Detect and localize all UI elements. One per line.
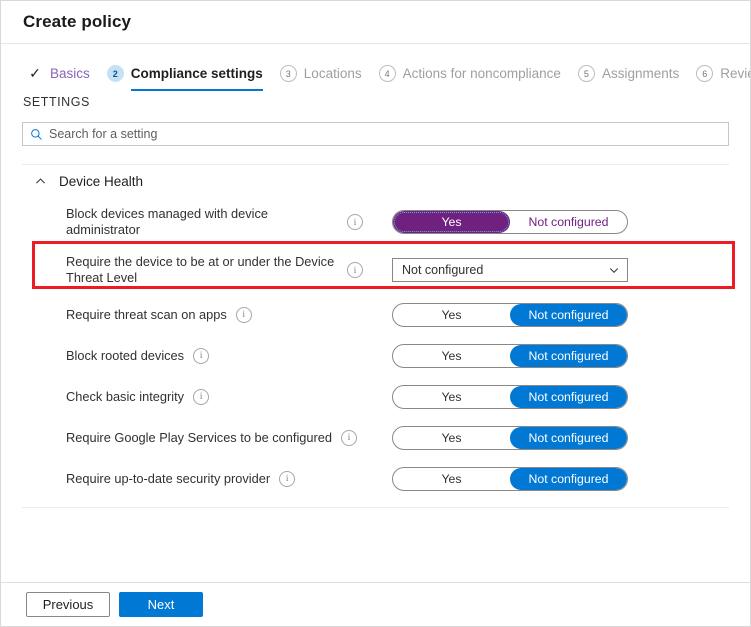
wizard-step-compliance-settings[interactable]: 2 Compliance settings bbox=[106, 65, 263, 91]
search-icon bbox=[30, 128, 43, 141]
check-icon: ✓ bbox=[29, 65, 41, 81]
chevron-down-icon bbox=[608, 264, 620, 276]
wizard-step-label: Review bbox=[720, 66, 750, 81]
step-number-badge: 5 bbox=[577, 65, 595, 82]
setting-row-check-basic-integrity: Check basic integrity i Yes Not configur… bbox=[22, 376, 729, 417]
wizard-step-label: Compliance settings bbox=[130, 66, 263, 81]
toggle-option-not-configured[interactable]: Not configured bbox=[510, 467, 627, 490]
setting-row-device-threat-level: Require the device to be at or under the… bbox=[22, 246, 729, 294]
toggle-option-not-configured[interactable]: Not configured bbox=[510, 385, 627, 408]
setting-row-up-to-date-security-provider: Require up-to-date security provider i Y… bbox=[22, 458, 729, 499]
wizard-step-label: Actions for noncompliance bbox=[402, 66, 561, 81]
wizard-step-label: Locations bbox=[303, 66, 362, 81]
title-bar: Create policy bbox=[1, 1, 750, 44]
settings-body: SETTINGS Device Health bbox=[1, 95, 750, 499]
info-icon[interactable]: i bbox=[347, 214, 363, 230]
search-input[interactable] bbox=[49, 127, 728, 141]
setting-control-wrap: Yes Not configured bbox=[386, 302, 729, 327]
toggle-option-yes[interactable]: Yes bbox=[393, 386, 510, 408]
toggle-option-yes[interactable]: Yes bbox=[393, 211, 510, 233]
info-icon[interactable]: i bbox=[279, 470, 296, 487]
setting-control-wrap: Not configured bbox=[386, 258, 729, 282]
group-header-device-health[interactable]: Device Health bbox=[22, 165, 729, 198]
toggle-option-not-configured[interactable]: Not configured bbox=[510, 303, 627, 326]
setting-label: Block devices managed with device admini… bbox=[66, 206, 269, 237]
wizard-step-basics[interactable]: ✓ Basics bbox=[27, 65, 90, 91]
toggle-block-device-administrator[interactable]: Yes Not configured bbox=[392, 210, 628, 234]
dropdown-selected-value: Not configured bbox=[402, 263, 484, 277]
info-icon[interactable]: i bbox=[193, 347, 210, 364]
wizard-step-assignments[interactable]: 5 Assignments bbox=[577, 65, 680, 91]
settings-heading: SETTINGS bbox=[23, 95, 90, 109]
step-number-badge: 4 bbox=[378, 65, 396, 82]
setting-label-wrap: Require threat scan on apps i bbox=[66, 306, 386, 323]
setting-control-wrap: Yes Not configured bbox=[386, 384, 729, 409]
setting-label-wrap: Block devices managed with device admini… bbox=[66, 206, 386, 238]
setting-control-wrap: Yes Not configured bbox=[386, 343, 729, 368]
setting-label-wrap: Check basic integrity i bbox=[66, 388, 386, 405]
settings-rows: Block devices managed with device admini… bbox=[22, 198, 729, 499]
toggle-option-yes[interactable]: Yes bbox=[393, 345, 510, 367]
toggle-option-not-configured[interactable]: Not configured bbox=[510, 344, 627, 367]
wizard-step-actions-for-noncompliance[interactable]: 4 Actions for noncompliance bbox=[378, 65, 561, 91]
wizard-footer: Previous Next bbox=[1, 582, 750, 626]
toggle-option-yes[interactable]: Yes bbox=[393, 427, 510, 449]
toggle-google-play-services[interactable]: Yes Not configured bbox=[392, 425, 628, 450]
wizard-step-label: Assignments bbox=[601, 66, 680, 81]
setting-control-wrap: Yes Not configured bbox=[386, 210, 729, 234]
create-policy-window: Create policy ✓ Basics 2 Compliance sett… bbox=[0, 0, 751, 627]
setting-row-block-device-administrator: Block devices managed with device admini… bbox=[22, 198, 729, 246]
wizard-step-locations[interactable]: 3 Locations bbox=[279, 65, 362, 91]
chevron-up-icon bbox=[34, 175, 47, 188]
dropdown-device-threat-level[interactable]: Not configured bbox=[392, 258, 628, 282]
group-header-device-properties-cutoff[interactable]: Device Properties bbox=[22, 507, 729, 526]
info-icon[interactable]: i bbox=[193, 388, 210, 405]
setting-label-wrap: Block rooted devices i bbox=[66, 347, 386, 364]
previous-button[interactable]: Previous bbox=[26, 592, 110, 617]
wizard-step-review[interactable]: 6 Review bbox=[696, 65, 750, 91]
next-button[interactable]: Next bbox=[119, 592, 203, 617]
toggle-check-basic-integrity[interactable]: Yes Not configured bbox=[392, 384, 628, 409]
setting-control-wrap: Yes Not configured bbox=[386, 466, 729, 491]
toggle-option-yes[interactable]: Yes bbox=[393, 304, 510, 326]
toggle-option-not-configured[interactable]: Not configured bbox=[510, 426, 627, 449]
setting-label: Check basic integrity bbox=[66, 388, 185, 404]
active-step-underline bbox=[130, 89, 263, 91]
setting-label-wrap: Require up-to-date security provider i bbox=[66, 470, 386, 487]
toggle-up-to-date-security-provider[interactable]: Yes Not configured bbox=[392, 466, 628, 491]
setting-label: Require Google Play Services to be confi… bbox=[66, 429, 333, 445]
setting-label: Require up-to-date security provider bbox=[66, 470, 271, 486]
toggle-block-rooted-devices[interactable]: Yes Not configured bbox=[392, 343, 628, 368]
toggle-option-not-configured[interactable]: Not configured bbox=[510, 211, 627, 233]
setting-row-threat-scan-on-apps: Require threat scan on apps i Yes Not co… bbox=[22, 294, 729, 335]
setting-row-block-rooted-devices: Block rooted devices i Yes Not configure… bbox=[22, 335, 729, 376]
setting-label-wrap: Require Google Play Services to be confi… bbox=[66, 429, 386, 446]
step-number-badge: 2 bbox=[106, 65, 124, 82]
setting-label: Require threat scan on apps bbox=[66, 306, 227, 322]
search-setting-container[interactable] bbox=[22, 122, 729, 146]
group-header-device-properties[interactable]: Device Properties bbox=[22, 517, 729, 526]
toggle-option-yes[interactable]: Yes bbox=[393, 468, 510, 490]
info-icon[interactable]: i bbox=[347, 262, 363, 278]
setting-row-google-play-services: Require Google Play Services to be confi… bbox=[22, 417, 729, 458]
page-title: Create policy bbox=[23, 12, 132, 31]
group-title: Device Health bbox=[59, 174, 144, 189]
setting-label: Require the device to be at or under the… bbox=[66, 254, 335, 285]
info-icon[interactable]: i bbox=[341, 429, 358, 446]
setting-label: Block rooted devices bbox=[66, 347, 185, 363]
wizard-step-nav: ✓ Basics 2 Compliance settings 3 Locatio… bbox=[1, 44, 750, 91]
step-number-badge: 6 bbox=[696, 65, 714, 82]
setting-label-wrap: Require the device to be at or under the… bbox=[66, 254, 386, 286]
wizard-step-label: Basics bbox=[50, 66, 90, 81]
step-number-badge: 3 bbox=[279, 65, 297, 82]
info-icon[interactable]: i bbox=[235, 306, 252, 323]
toggle-threat-scan-on-apps[interactable]: Yes Not configured bbox=[392, 302, 628, 327]
setting-control-wrap: Yes Not configured bbox=[386, 425, 729, 450]
